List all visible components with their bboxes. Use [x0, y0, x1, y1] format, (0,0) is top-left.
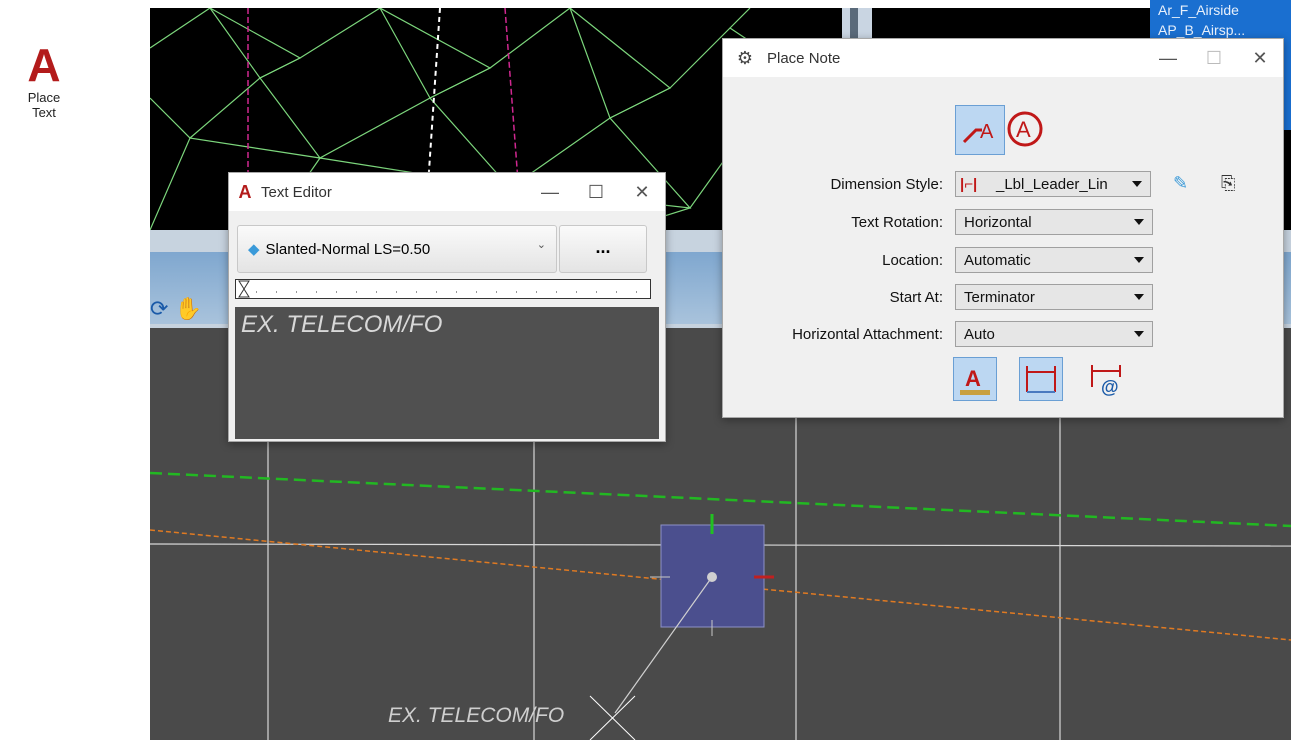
- horizontal-attachment-value: Auto: [964, 326, 995, 343]
- location-dropdown[interactable]: Automatic: [955, 247, 1153, 273]
- chevron-down-icon: [1134, 219, 1144, 225]
- level-item[interactable]: Ar_F_Airside: [1150, 0, 1291, 20]
- minimize-icon[interactable]: —: [1145, 48, 1191, 69]
- horizontal-attachment-dropdown[interactable]: Auto: [955, 321, 1153, 347]
- text-ruler[interactable]: [235, 279, 651, 299]
- tool-settings-icon: ⚙: [736, 47, 754, 68]
- place-text-label-line1: Place: [27, 90, 61, 105]
- text-editor-content: EX. TELECOM/FO: [241, 311, 443, 338]
- start-at-dropdown[interactable]: Terminator: [955, 284, 1153, 310]
- location-label: Location:: [882, 252, 943, 269]
- place-text-icon: A: [27, 39, 61, 91]
- close-icon[interactable]: ✕: [1237, 48, 1283, 69]
- text-rotation-value: Horizontal: [964, 214, 1032, 231]
- start-at-row: Start At: Terminator: [723, 284, 1283, 312]
- text-editor-titlebar[interactable]: A Text Editor — ☐ ✕: [229, 173, 665, 211]
- text-rotation-dropdown[interactable]: Horizontal: [955, 209, 1153, 235]
- text-editor-window[interactable]: A Text Editor — ☐ ✕ ◆ Slanted-Normal LS=…: [228, 172, 666, 442]
- dimension-line-icon: |⌐|: [960, 176, 978, 193]
- close-icon[interactable]: ✕: [619, 182, 665, 203]
- location-row: Location: Automatic: [723, 247, 1283, 275]
- view-nav-icons[interactable]: ⟳ ✋: [150, 296, 230, 326]
- text-style-icon: ◆: [248, 241, 260, 258]
- association-button[interactable]: @: [1085, 357, 1127, 399]
- horizontal-attachment-label: Horizontal Attachment:: [792, 326, 943, 343]
- text-editor-title: Text Editor: [261, 183, 332, 201]
- text-rotation-label: Text Rotation:: [851, 214, 943, 231]
- place-note-titlebar[interactable]: ⚙ Place Note — ☐ ✕: [723, 39, 1283, 77]
- start-at-label: Start At:: [889, 289, 943, 306]
- style-refresh-icon[interactable]: ⎘: [1221, 173, 1235, 194]
- edit-text-button[interactable]: A: [953, 357, 997, 401]
- style-edit-icon[interactable]: ✎: [1173, 173, 1188, 194]
- text-style-dropdown[interactable]: ◆ Slanted-Normal LS=0.50 ⌄: [237, 225, 557, 273]
- chevron-down-icon: ⌄: [536, 239, 546, 251]
- svg-text:A: A: [965, 366, 981, 391]
- svg-text:A: A: [980, 121, 994, 143]
- level-item[interactable]: AP_B_Airsp...: [1150, 20, 1291, 40]
- horizontal-attachment-row: Horizontal Attachment: Auto: [723, 321, 1283, 349]
- minimize-icon[interactable]: —: [527, 182, 573, 203]
- place-text-button[interactable]: A Place Text: [10, 40, 78, 150]
- chevron-down-icon: [1134, 257, 1144, 263]
- leader-note-mode-button[interactable]: A: [955, 105, 1005, 155]
- start-at-value: Terminator: [964, 289, 1035, 306]
- chevron-down-icon: [1132, 181, 1142, 187]
- location-value: Automatic: [964, 252, 1031, 269]
- dimension-style-row: Dimension Style: |⌐| _Lbl_Leader_Lin ✎ ⎘: [723, 171, 1283, 199]
- placed-note-text: EX. TELECOM/FO: [388, 704, 565, 727]
- text-editor-area[interactable]: EX. TELECOM/FO: [235, 307, 659, 439]
- svg-text:@: @: [1101, 377, 1119, 397]
- text-editor-toolbar: ◆ Slanted-Normal LS=0.50 ⌄ ...: [229, 221, 665, 277]
- text-style-value: Slanted-Normal LS=0.50: [265, 240, 431, 258]
- callout-note-mode-button[interactable]: A: [1005, 105, 1053, 153]
- place-note-title: Place Note: [767, 49, 841, 67]
- more-options-button[interactable]: ...: [559, 225, 647, 273]
- place-text-label-line2: Text: [32, 105, 56, 120]
- dimension-style-value: _Lbl_Leader_Lin: [996, 176, 1108, 193]
- maximize-icon[interactable]: ☐: [573, 182, 619, 203]
- svg-text:A: A: [1016, 117, 1031, 142]
- chevron-down-icon: [1134, 294, 1144, 300]
- dimension-style-label: Dimension Style:: [830, 176, 943, 193]
- dimension-settings-button[interactable]: [1019, 357, 1063, 401]
- chevron-down-icon: [1134, 331, 1144, 337]
- text-rotation-row: Text Rotation: Horizontal: [723, 209, 1283, 237]
- text-editor-icon: A: [238, 181, 252, 202]
- place-note-window[interactable]: ⚙ Place Note — ☐ ✕ A A Dimension Style: …: [722, 38, 1284, 418]
- dimension-style-dropdown[interactable]: |⌐| _Lbl_Leader_Lin: [955, 171, 1151, 197]
- maximize-icon: ☐: [1205, 47, 1223, 68]
